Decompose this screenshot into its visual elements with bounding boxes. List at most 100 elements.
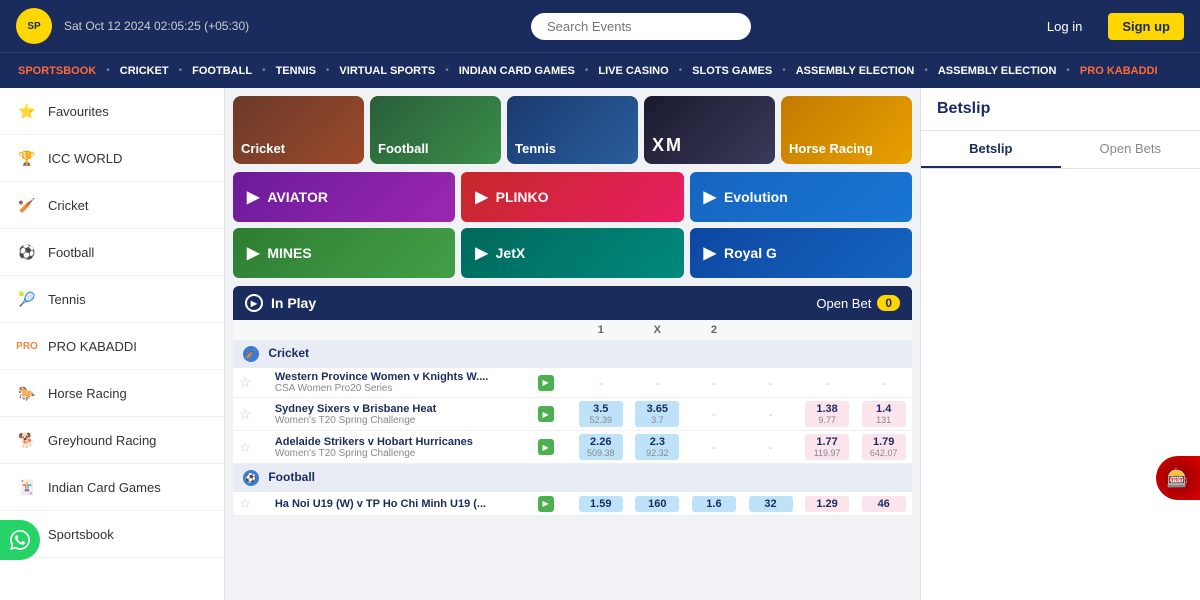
match-sub: CSA Women Pro20 Series (275, 383, 526, 394)
cricket-sport-icon: 🏏 (243, 346, 259, 362)
match-title: Western Province Women v Knights W.... (275, 371, 526, 383)
mines-label: MINES (267, 245, 311, 261)
main-layout: ⭐ Favourites 🏆 ICC WORLD 🏏 Cricket ⚽ Foo… (0, 88, 1200, 600)
whatsapp-button[interactable] (0, 520, 40, 560)
odds-button-3c: 1.77 119.97 (805, 434, 849, 460)
tab-open-bets[interactable]: Open Bets (1061, 131, 1200, 168)
odds-button-3a: 2.26 509.38 (579, 434, 623, 460)
nav-live-casino[interactable]: LIVE CASINO (588, 65, 678, 77)
fb-odds-2b[interactable]: 1.29 (799, 492, 856, 516)
nav-football[interactable]: FOOTBALL (182, 65, 262, 77)
star-icon: ☆ (239, 374, 252, 390)
odds-button: 3.65 3.7 (635, 401, 679, 427)
star-icon: ☆ (239, 495, 252, 511)
sidebar-item-greyhound[interactable]: 🐕 Greyhound Racing (0, 417, 224, 464)
nav-tennis[interactable]: TENNIS (266, 65, 326, 77)
xm-card[interactable]: XM (644, 96, 775, 164)
fb-odds-x[interactable]: 160 (629, 492, 686, 516)
sidebar-item-favourites[interactable]: ⭐ Favourites (0, 88, 224, 135)
nav-sportsbook[interactable]: SPORTSBOOK (8, 65, 106, 77)
fb-odds-btn-x2: 1.6 (692, 496, 736, 512)
odds3-2b[interactable]: 1.77 119.97 (799, 431, 856, 464)
match-star-3[interactable]: ☆ (233, 431, 269, 464)
odds3-x[interactable]: 2.3 92.32 (629, 431, 686, 464)
nav-pro-kabaddi[interactable]: PRO KABADDI (1070, 65, 1168, 77)
plinko-banner[interactable]: ▶ PLINKO (461, 172, 683, 222)
odds2-2c[interactable]: 1.4 131 (855, 398, 912, 431)
nav-scroll: SPORTSBOOK • CRICKET • FOOTBALL • TENNIS… (8, 65, 1168, 77)
sidebar-item-cricket[interactable]: 🏏 Cricket (0, 182, 224, 229)
nav-cricket[interactable]: CRICKET (110, 65, 179, 77)
fb-match-star[interactable]: ☆ (233, 492, 269, 516)
cricket-card[interactable]: Cricket (233, 96, 364, 164)
cricket-col-2: 2 (686, 320, 743, 340)
content: Cricket Football Tennis XM Horse Racing … (225, 88, 920, 600)
match-live-icon-3[interactable]: ▶ (532, 431, 573, 464)
tab-betslip[interactable]: Betslip (921, 131, 1061, 168)
cricket-table: 1 X 2 🏏 Cricket ☆ (233, 320, 912, 516)
sidebar-item-football[interactable]: ⚽ Football (0, 229, 224, 276)
football-sport-icon: ⚽ (243, 470, 259, 486)
horse-icon: 🐎 (16, 382, 38, 404)
evolution-arrow-icon: ▶ (704, 187, 716, 207)
plinko-arrow-icon: ▶ (475, 187, 487, 207)
casino-float-button[interactable]: 🎰 (1156, 456, 1200, 500)
sidebar-item-tennis[interactable]: 🎾 Tennis (0, 276, 224, 323)
login-button[interactable]: Log in (1033, 13, 1096, 40)
nav-virtual-sports[interactable]: VIRTUAL SPORTS (329, 65, 445, 77)
match-title-2: Sydney Sixers v Brisbane Heat (275, 403, 526, 415)
odds2-x[interactable]: 3.65 3.7 (629, 398, 686, 431)
betslip-title: Betslip (921, 88, 1200, 131)
header: SP Sat Oct 12 2024 02:05:25 (+05:30) Log… (0, 0, 1200, 52)
nav-indian-card-games[interactable]: INDIAN CARD GAMES (449, 65, 585, 77)
live-stream-fb: ▶ (538, 496, 554, 512)
fb-live-icon[interactable]: ▶ (532, 492, 573, 516)
odds2-1[interactable]: 3.5 52.39 (572, 398, 629, 431)
nav-assembly-election-2[interactable]: ASSEMBLY ELECTION (928, 65, 1067, 77)
royal-banner[interactable]: ▶ Royal G (690, 228, 912, 278)
jetx-banner[interactable]: ▶ JetX (461, 228, 683, 278)
header-left: SP Sat Oct 12 2024 02:05:25 (+05:30) (16, 8, 249, 44)
fb-odds-x2[interactable]: 1.6 (686, 492, 743, 516)
mines-banner[interactable]: ▶ MINES (233, 228, 455, 278)
xm-card-label: XM (652, 135, 683, 156)
datetime: Sat Oct 12 2024 02:05:25 (+05:30) (64, 19, 249, 33)
search-input[interactable] (531, 13, 751, 40)
play-circle-icon: ▶ (245, 294, 263, 312)
sidebar-item-indiancard[interactable]: 🃏 Indian Card Games (0, 464, 224, 511)
sidebar-item-prokabaddi[interactable]: PRO PRO KABADDI (0, 323, 224, 370)
odds-1: - (572, 368, 629, 398)
nav-assembly-election-1[interactable]: ASSEMBLY ELECTION (786, 65, 925, 77)
match-star[interactable]: ☆ (233, 368, 269, 398)
tennis-card[interactable]: Tennis (507, 96, 638, 164)
odds2-2b[interactable]: 1.38 9.77 (799, 398, 856, 431)
nav-slots[interactable]: SLOTS GAMES (682, 65, 782, 77)
match-live-icon[interactable]: ▶ (532, 368, 573, 398)
fb-odds-2c[interactable]: 46 (855, 492, 912, 516)
fb-odds-2a[interactable]: 32 (742, 492, 799, 516)
aviator-arrow-icon: ▶ (247, 187, 259, 207)
sidebar-item-horseracing[interactable]: 🐎 Horse Racing (0, 370, 224, 417)
evolution-banner[interactable]: ▶ Evolution (690, 172, 912, 222)
football-card[interactable]: Football (370, 96, 501, 164)
fb-odds-btn-2a: 32 (749, 496, 793, 512)
sidebar-item-icc[interactable]: 🏆 ICC WORLD (0, 135, 224, 182)
sidebar-label-football: Football (48, 245, 94, 260)
odds3-2c[interactable]: 1.79 642.07 (855, 431, 912, 464)
match-live-icon-2[interactable]: ▶ (532, 398, 573, 431)
odds-button-3d: 1.79 642.07 (862, 434, 906, 460)
aviator-banner[interactable]: ▶ AVIATOR (233, 172, 455, 222)
odds2-2a: - (742, 398, 799, 431)
sidebar-label-icc: ICC WORLD (48, 151, 122, 166)
horse-card[interactable]: Horse Racing (781, 96, 912, 164)
signup-button[interactable]: Sign up (1108, 13, 1184, 40)
open-bet-section: Open Bet 0 (816, 295, 900, 311)
odds-2b: - (799, 368, 856, 398)
match-star-2[interactable]: ☆ (233, 398, 269, 431)
cricket-col-1b (742, 320, 799, 340)
logo[interactable]: SP (16, 8, 52, 44)
fb-odds-1[interactable]: 1.59 (572, 492, 629, 516)
odds3-1[interactable]: 2.26 509.38 (572, 431, 629, 464)
live-stream-icon-2: ▶ (538, 406, 554, 422)
sidebar-label-tennis: Tennis (48, 292, 86, 307)
